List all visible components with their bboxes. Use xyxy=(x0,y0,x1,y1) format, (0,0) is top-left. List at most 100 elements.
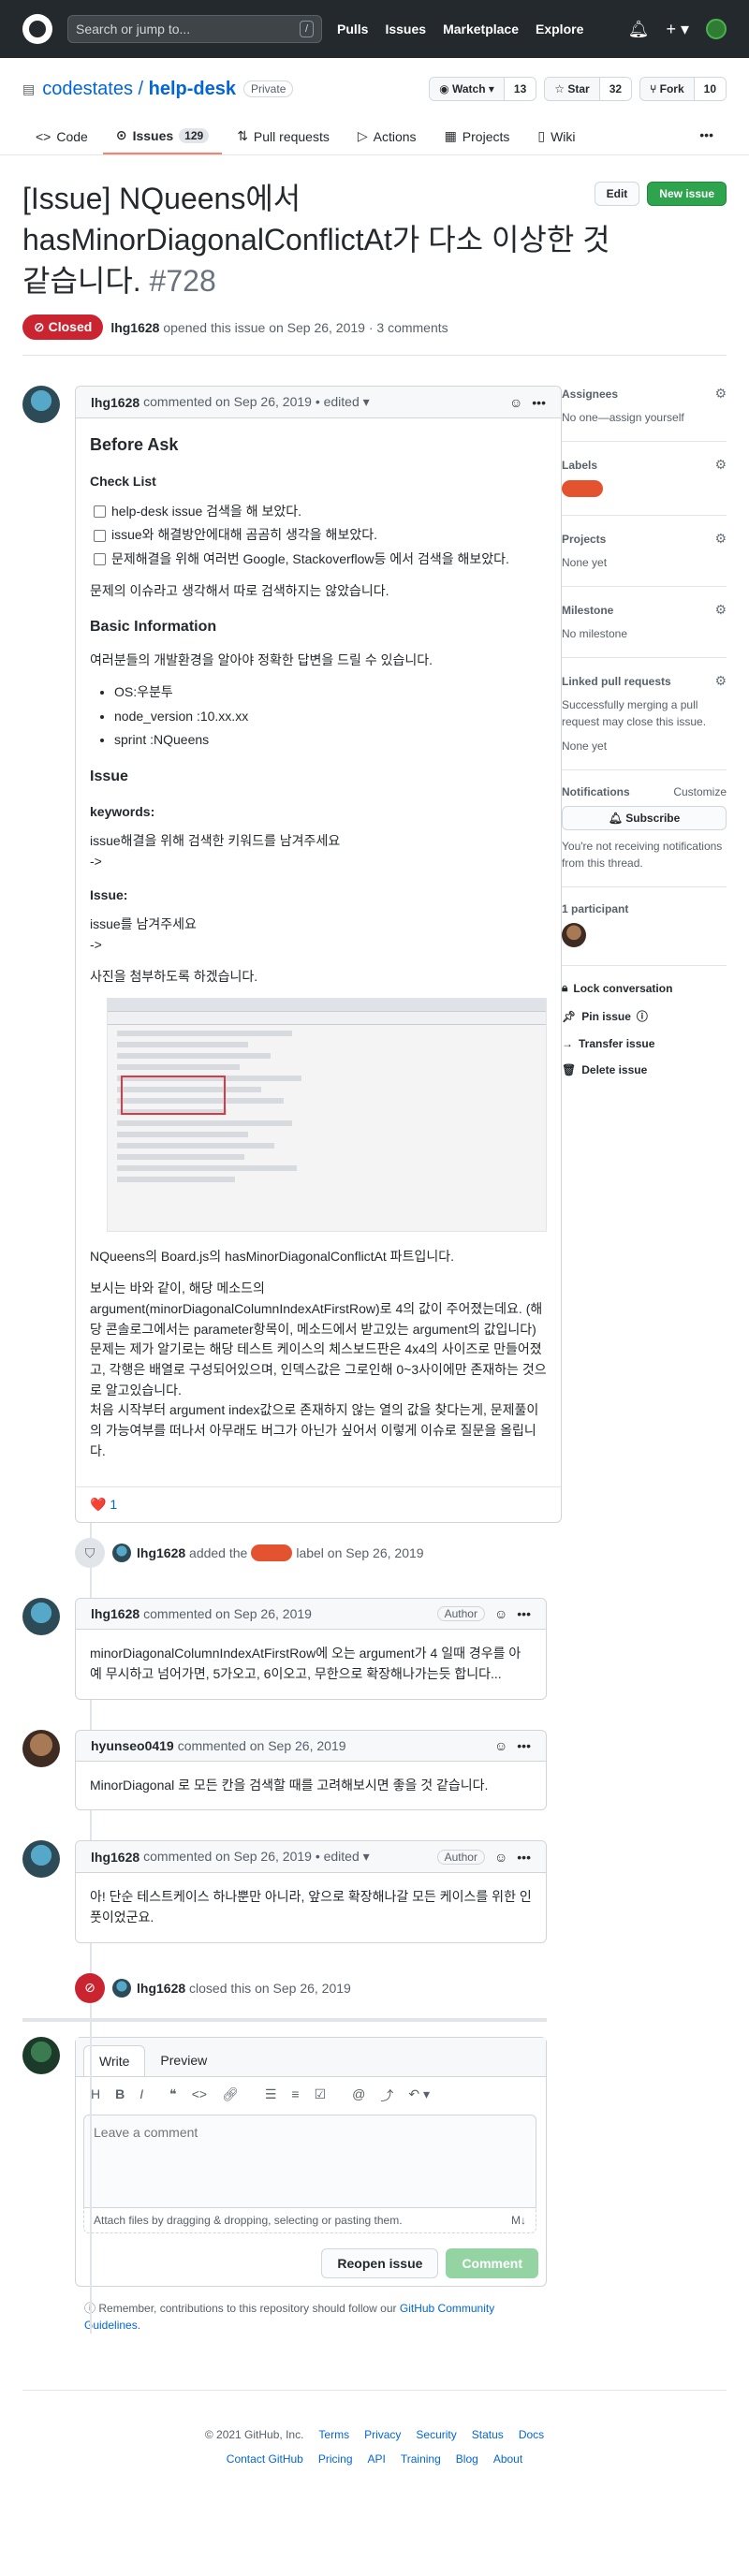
footer-link-training[interactable]: Training xyxy=(401,2447,441,2471)
comment-meta[interactable]: commented on Sep 26, 2019 xyxy=(143,1606,312,1621)
reply-icon[interactable]: ↶ ▾ xyxy=(408,2086,430,2105)
footer-link-pricing[interactable]: Pricing xyxy=(318,2447,353,2471)
user-avatar[interactable] xyxy=(706,19,727,39)
code-icon[interactable]: <> xyxy=(192,2086,207,2105)
footer-link-terms[interactable]: Terms xyxy=(318,2422,349,2447)
mention-icon[interactable]: @ xyxy=(352,2086,365,2105)
new-issue-button[interactable]: New issue xyxy=(647,182,727,206)
smiley-icon[interactable]: ☺ xyxy=(509,395,522,410)
star-count[interactable]: 32 xyxy=(599,78,632,100)
kebab-menu-icon[interactable]: ••• xyxy=(517,1738,531,1753)
watch-count[interactable]: 13 xyxy=(504,78,536,100)
smiley-icon[interactable]: ☺ xyxy=(494,1850,507,1865)
gear-icon[interactable]: ⚙ xyxy=(714,457,727,473)
comment-author[interactable]: hyunseo0419 xyxy=(91,1738,174,1753)
footer-link-contact[interactable]: Contact GitHub xyxy=(227,2447,303,2471)
tab-preview[interactable]: Preview xyxy=(145,2045,222,2076)
subscribe-button[interactable]: 🔔︎ Subscribe xyxy=(562,806,727,830)
github-logo-icon[interactable] xyxy=(22,14,52,44)
task-list-icon[interactable]: ☑ xyxy=(315,2086,327,2105)
footer-link-api[interactable]: API xyxy=(368,2447,386,2471)
search-box[interactable]: / xyxy=(67,15,322,43)
avatar[interactable] xyxy=(22,1598,60,1636)
nav-marketplace[interactable]: Marketplace xyxy=(443,22,519,37)
heading-icon[interactable]: H xyxy=(91,2086,100,2105)
heart-reaction-button[interactable]: ❤️ 1 xyxy=(90,1497,117,1512)
comment-author[interactable]: lhg1628 xyxy=(91,1850,140,1865)
unordered-list-icon[interactable]: ☰ xyxy=(265,2086,277,2105)
avatar[interactable] xyxy=(22,386,60,423)
more-tabs-icon[interactable]: ••• xyxy=(686,118,727,154)
markdown-icon[interactable]: M↓ xyxy=(511,2214,526,2227)
reopen-issue-button[interactable]: Reopen issue xyxy=(321,2247,439,2278)
nav-explore[interactable]: Explore xyxy=(536,22,583,37)
gear-icon[interactable]: ⚙ xyxy=(714,602,727,618)
comment-meta[interactable]: commented on Sep 26, 2019 • edited ▾ xyxy=(143,394,370,410)
comment-textarea[interactable] xyxy=(83,2114,536,2208)
avatar[interactable] xyxy=(112,1544,131,1563)
repo-owner-link[interactable]: codestates xyxy=(42,79,133,99)
footer-link-about[interactable]: About xyxy=(493,2447,522,2471)
comment-meta[interactable]: commented on Sep 26, 2019 xyxy=(178,1738,346,1753)
gear-icon[interactable]: ⚙ xyxy=(714,673,727,689)
tab-write[interactable]: Write xyxy=(83,2044,146,2076)
fork-button[interactable]: ⑂ Fork xyxy=(640,78,695,100)
lock-conversation-button[interactable]: 🔒︎ Lock conversation xyxy=(562,981,727,995)
avatar[interactable] xyxy=(22,1840,60,1879)
issue-label[interactable] xyxy=(562,480,603,497)
footer-link-security[interactable]: Security xyxy=(416,2422,456,2447)
nav-pulls[interactable]: Pulls xyxy=(337,22,368,37)
gear-icon[interactable]: ⚙ xyxy=(714,531,727,547)
repo-name-link[interactable]: help-desk xyxy=(149,79,236,99)
transfer-issue-button[interactable]: → Transfer issue xyxy=(562,1037,727,1050)
star-button[interactable]: ☆ Star xyxy=(545,78,600,100)
gear-icon[interactable]: ⚙ xyxy=(714,386,727,402)
tab-actions[interactable]: ▷ Actions xyxy=(345,118,430,154)
smiley-icon[interactable]: ☺ xyxy=(494,1606,507,1621)
tab-issues[interactable]: ⊙ Issues 129 xyxy=(102,118,223,154)
watch-button[interactable]: ◉ Watch ▾ xyxy=(430,78,505,100)
cross-reference-icon[interactable]: ⤴ xyxy=(380,2086,393,2105)
comment-author[interactable]: lhg1628 xyxy=(91,395,140,410)
delete-issue-button[interactable]: 🗑︎ Delete issue xyxy=(562,1063,727,1076)
fork-count[interactable]: 10 xyxy=(694,78,726,100)
footer-link-status[interactable]: Status xyxy=(472,2422,504,2447)
plus-icon[interactable]: + ▾ xyxy=(666,20,689,39)
tab-pull-requests[interactable]: ⇅ Pull requests xyxy=(224,118,343,154)
avatar[interactable] xyxy=(112,1978,131,1998)
issue-author[interactable]: lhg1628 xyxy=(110,320,159,335)
ordered-list-icon[interactable]: ≡ xyxy=(291,2086,299,2105)
customize-link[interactable]: Customize xyxy=(673,785,727,798)
edit-title-button[interactable]: Edit xyxy=(594,182,640,206)
event-author[interactable]: lhg1628 xyxy=(137,1545,185,1560)
attached-screenshot[interactable] xyxy=(107,998,547,1233)
tab-wiki[interactable]: ▯ Wiki xyxy=(524,118,588,154)
comment-author[interactable]: lhg1628 xyxy=(91,1606,140,1621)
issue-label[interactable] xyxy=(251,1544,293,1562)
avatar[interactable] xyxy=(22,2036,60,2074)
comment-submit-button[interactable]: Comment xyxy=(446,2247,538,2278)
attach-files-area[interactable]: Attach files by dragging & dropping, sel… xyxy=(83,2207,536,2233)
kebab-menu-icon[interactable]: ••• xyxy=(517,1606,531,1621)
footer-link-docs[interactable]: Docs xyxy=(519,2422,544,2447)
italic-icon[interactable]: I xyxy=(140,2086,143,2105)
bold-icon[interactable]: B xyxy=(115,2086,125,2105)
kebab-menu-icon[interactable]: ••• xyxy=(532,395,546,410)
kebab-menu-icon[interactable]: ••• xyxy=(517,1850,531,1865)
nav-issues[interactable]: Issues xyxy=(385,22,426,37)
search-input[interactable] xyxy=(76,22,300,37)
event-author[interactable]: lhg1628 xyxy=(137,1981,185,1996)
tab-code[interactable]: <> Code xyxy=(22,118,101,154)
avatar[interactable] xyxy=(22,1729,60,1767)
assignees-value[interactable]: No one—assign yourself xyxy=(562,409,727,426)
quote-icon[interactable]: ❝ xyxy=(169,2086,177,2105)
smiley-icon[interactable]: ☺ xyxy=(494,1738,507,1753)
tab-projects[interactable]: ▦ Projects xyxy=(432,118,523,154)
link-icon[interactable]: 🔗︎ xyxy=(222,2086,239,2105)
pin-issue-button[interactable]: 📌︎ Pin issue ⓘ xyxy=(562,1008,727,1024)
bell-icon[interactable]: 🔔︎ xyxy=(628,20,650,39)
footer-link-privacy[interactable]: Privacy xyxy=(364,2422,401,2447)
comment-meta[interactable]: commented on Sep 26, 2019 • edited ▾ xyxy=(143,1849,370,1865)
footer-link-blog[interactable]: Blog xyxy=(456,2447,478,2471)
participant-avatar[interactable] xyxy=(562,923,586,947)
